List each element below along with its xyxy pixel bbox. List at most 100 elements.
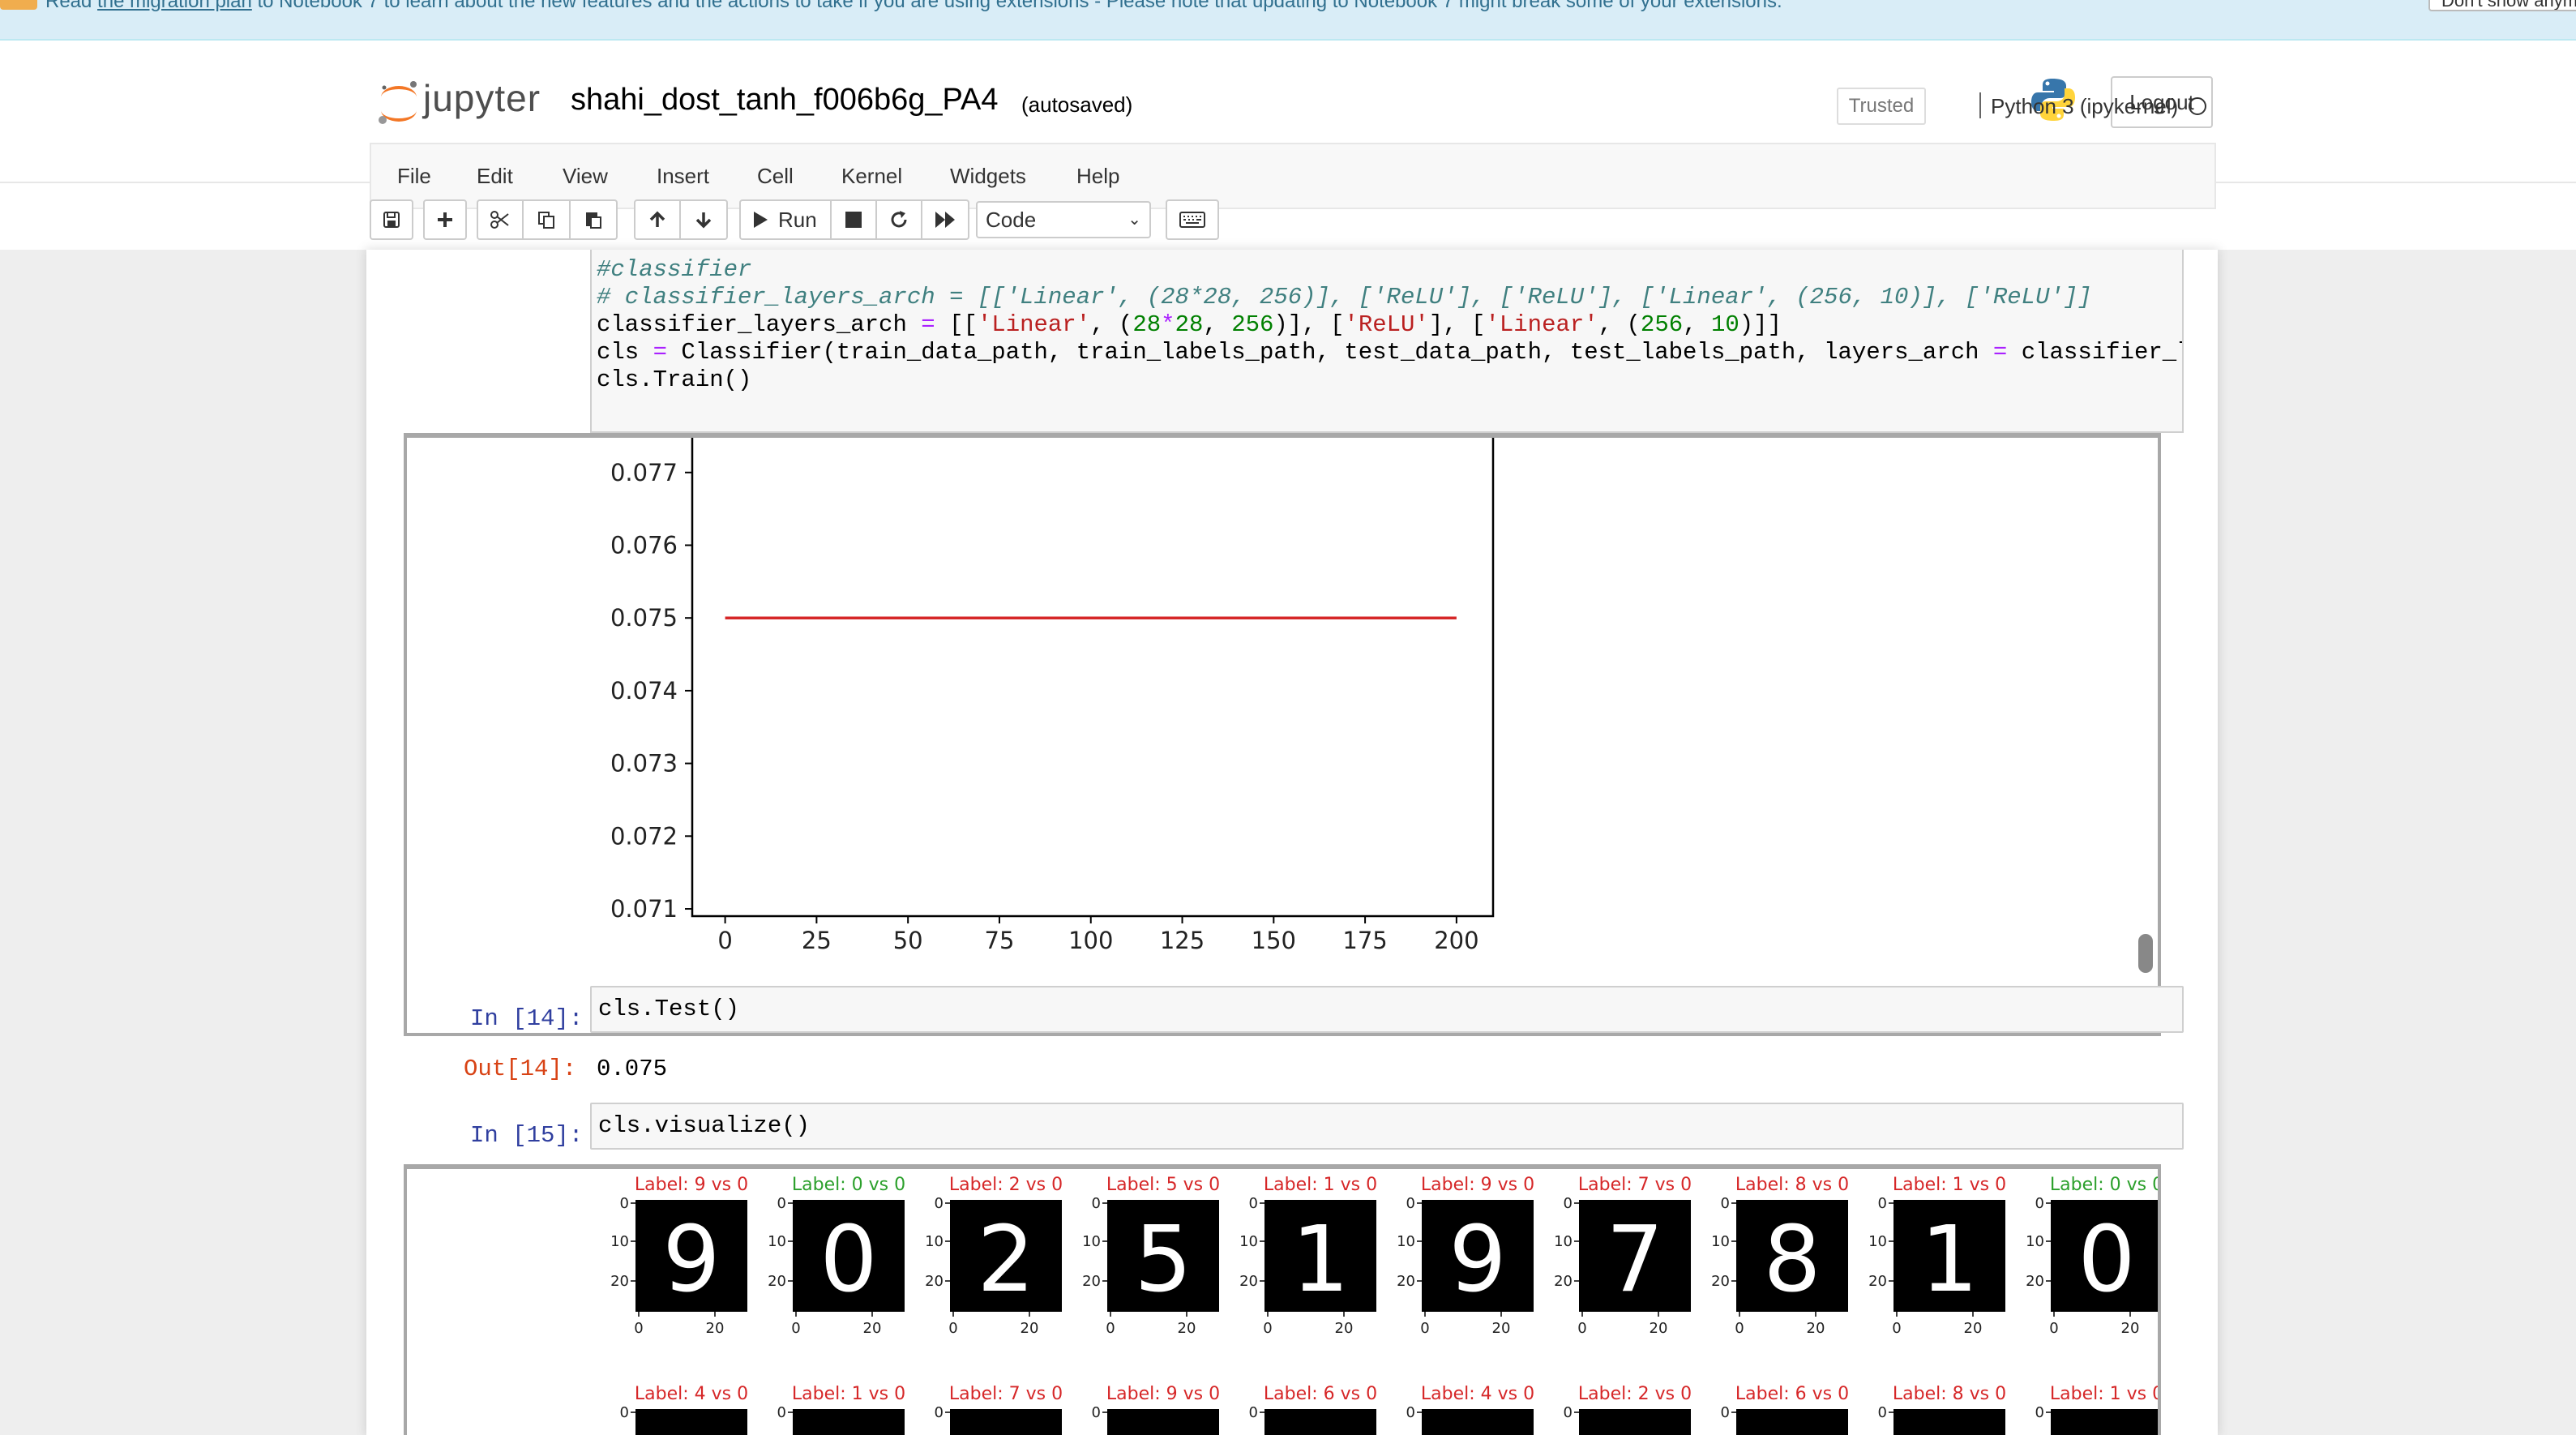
- interrupt-button[interactable]: [832, 199, 877, 240]
- y-tick-label: 0.074: [610, 677, 678, 705]
- digit-panel: Label: 1 vs 0 0: [777, 1384, 905, 1435]
- run-button[interactable]: Run: [739, 199, 832, 240]
- kernel-name[interactable]: Python 3 (ipykernel): [1991, 94, 2178, 119]
- y-tick-label: 10: [1397, 1233, 1415, 1250]
- y-tick-label: 0: [1564, 1404, 1573, 1421]
- menu-insert[interactable]: Insert: [657, 164, 709, 189]
- x-tick-label: 20: [1178, 1320, 1196, 1337]
- dont-show-button[interactable]: Don't show anymore: [2428, 0, 2576, 11]
- digit-panel: Label: 0 vs 0 0 0 10 20 0 20: [768, 1175, 905, 1337]
- move-up-button[interactable]: [634, 199, 681, 240]
- x-tick-label: 125: [1160, 927, 1205, 954]
- jupyter-logo-icon[interactable]: [374, 78, 423, 126]
- x-tick-label: 50: [893, 927, 923, 954]
- digit-label: Label: 9 vs 0: [635, 1175, 748, 1195]
- digit-label: Label: 0 vs 0: [2050, 1175, 2158, 1195]
- y-tick-label: 20: [2026, 1273, 2044, 1290]
- menu-help[interactable]: Help: [1076, 164, 1119, 189]
- insert-cell-button[interactable]: [423, 199, 467, 240]
- chart-axes: 0 25 50 75 100 125 150 175 200 0.071 0.072 0.073 0.0…: [610, 438, 1495, 954]
- copy-button[interactable]: [524, 199, 571, 240]
- digit-label: Label: 8 vs 0: [1893, 1384, 2006, 1404]
- paste-button[interactable]: [571, 199, 618, 240]
- y-tick-label: 0.077: [610, 459, 678, 486]
- code-cell-14-input[interactable]: cls.Test(): [590, 986, 2184, 1033]
- code-cell-15-input[interactable]: cls.visualize(): [590, 1103, 2184, 1150]
- menu-widgets[interactable]: Widgets: [950, 164, 1026, 189]
- cell-type-select[interactable]: Code ⌄: [976, 201, 1151, 238]
- notebook-name[interactable]: shahi_dost_tanh_f006b6g_PA4: [571, 83, 999, 118]
- digit-panel: Label: 1 vs 01010200 20: [1239, 1175, 1377, 1337]
- digit-label: Label: 6 vs 0: [1735, 1384, 1849, 1404]
- cut-button[interactable]: [477, 199, 524, 240]
- move-down-button[interactable]: [681, 199, 728, 240]
- y-tick-label: 0: [620, 1195, 629, 1212]
- x-tick-label: 0: [1735, 1320, 1744, 1337]
- command-palette-button[interactable]: [1166, 199, 1219, 240]
- y-tick-label: 20: [768, 1273, 786, 1290]
- cell-type-value: Code: [986, 208, 1037, 232]
- x-tick-label: 20: [1650, 1320, 1668, 1337]
- x-tick-label: 20: [1964, 1320, 1983, 1337]
- digit-panel: Label: 1 vs 01010200 20: [1868, 1175, 2006, 1337]
- y-tick-label: 0: [2035, 1404, 2044, 1421]
- code-line: #classifier: [597, 256, 752, 283]
- digit-label: Label: 2 vs 0: [1578, 1384, 1692, 1404]
- menu-file[interactable]: File: [397, 164, 431, 189]
- test-accuracy-output: 0.075: [597, 1056, 668, 1082]
- restart-button[interactable]: [877, 199, 922, 240]
- digit-image: [950, 1409, 1062, 1435]
- x-tick-label: 20: [1335, 1320, 1354, 1337]
- y-tick-label: 0: [1721, 1404, 1730, 1421]
- digit-image: [1736, 1409, 1848, 1435]
- digit-image: [793, 1409, 905, 1435]
- y-tick-label: 20: [610, 1273, 629, 1290]
- run-icon: [754, 212, 768, 228]
- menu-cell[interactable]: Cell: [757, 164, 794, 189]
- digit-panel: Label: 5 vs 0 5 0 10 20 0 20: [1082, 1175, 1220, 1337]
- digit-image: [635, 1409, 747, 1435]
- code-cell-13-input[interactable]: #classifier # classifier_layers_arch = […: [590, 250, 2184, 433]
- digit-glyph: 9: [662, 1207, 720, 1313]
- y-tick-label: 0: [1092, 1404, 1101, 1421]
- menu-edit[interactable]: Edit: [477, 164, 513, 189]
- y-tick-label: 0: [935, 1404, 944, 1421]
- y-tick-label: 0: [1878, 1404, 1887, 1421]
- plus-icon: [438, 212, 452, 227]
- code-line: # classifier_layers_arch = [['Linear', (…: [597, 284, 2092, 311]
- menu-view[interactable]: View: [563, 164, 608, 189]
- autosave-status: (autosaved): [1021, 92, 1133, 117]
- digit-panel: Label: 7 vs 0 7 0 10 20 0 20: [1554, 1175, 1692, 1337]
- digit-glyph: 7: [1606, 1207, 1663, 1313]
- paste-icon: [586, 212, 601, 229]
- plot-frame: [691, 438, 1495, 918]
- menu-kernel[interactable]: Kernel: [841, 164, 902, 189]
- x-tick-label: 25: [802, 927, 832, 954]
- visualize-output: Label: 9 vs 0 9 0 10 20 0 20 Label: 0 vs 0 0 0 10 2…: [404, 1164, 2161, 1435]
- y-tick-label: 0: [1249, 1195, 1258, 1212]
- save-button[interactable]: [370, 199, 413, 240]
- y-tick-label: 0: [1878, 1195, 1887, 1212]
- x-tick-label: 75: [985, 927, 1015, 954]
- run-label: Run: [778, 207, 817, 232]
- digit-panel: Label: 8 vs 0 8 0 10 20 0 20: [1711, 1175, 1849, 1337]
- x-tick-label: 0: [791, 1320, 800, 1337]
- code-line: classifier_layers_arch = [['Linear', (28…: [597, 311, 1782, 338]
- output-scrollbar[interactable]: [2138, 934, 2153, 973]
- x-tick-label: 0: [1892, 1320, 1901, 1337]
- x-tick-label: 20: [2121, 1320, 2140, 1337]
- y-tick-label: 20: [1397, 1273, 1415, 1290]
- y-tick-label: 0: [1092, 1195, 1101, 1212]
- digit-label: Label: 1 vs 0: [1893, 1175, 2006, 1195]
- fast-forward-icon: [935, 212, 955, 228]
- y-tick-label: 10: [1711, 1233, 1730, 1250]
- migration-plan-link[interactable]: the migration plan: [97, 0, 252, 12]
- digit-glyph: 1: [1920, 1207, 1978, 1313]
- trusted-indicator[interactable]: Trusted: [1837, 88, 1926, 125]
- kernel-idle-icon: [2189, 97, 2206, 115]
- digit-label: Label: 9 vs 0: [1421, 1175, 1534, 1195]
- code-line: cls.Train(): [597, 366, 752, 393]
- copy-icon: [538, 212, 554, 229]
- digit-label: Label: 2 vs 0: [949, 1175, 1063, 1195]
- restart-run-all-button[interactable]: [922, 199, 969, 240]
